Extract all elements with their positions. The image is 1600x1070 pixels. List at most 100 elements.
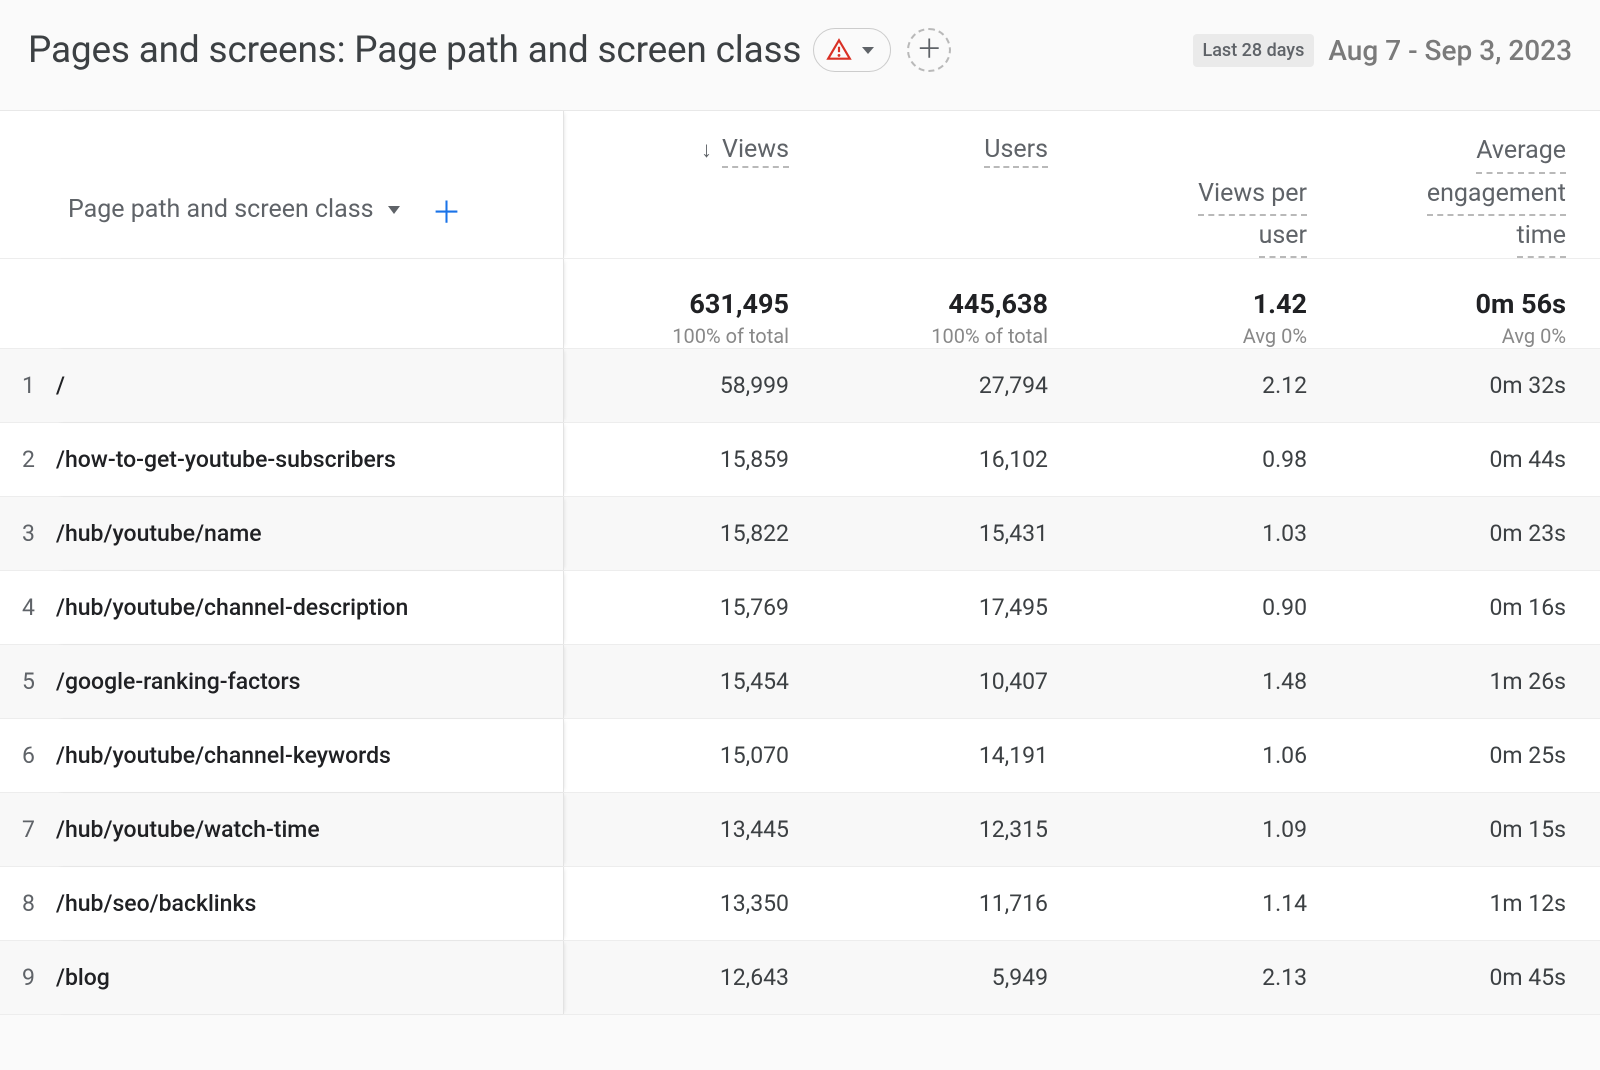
data-table: Page path and screen class ＋ ↓ Views Use… [0, 111, 1600, 1015]
col-users-label: Users [984, 135, 1048, 168]
add-dimension-button[interactable]: ＋ [432, 188, 462, 232]
col-views-per-user[interactable]: Views per user [1082, 111, 1341, 258]
table-header-row: Page path and screen class ＋ ↓ Views Use… [0, 111, 1600, 259]
row-path[interactable]: /hub/youtube/name [56, 497, 564, 570]
plus-icon: ＋ [916, 37, 942, 63]
row-index: 6 [0, 719, 56, 792]
col-views[interactable]: ↓ Views [564, 111, 823, 258]
row-users: 15,431 [823, 497, 1082, 570]
row-views: 15,822 [564, 497, 823, 570]
row-users: 10,407 [823, 645, 1082, 718]
table-row[interactable]: 7/hub/youtube/watch-time13,44512,3151.09… [0, 793, 1600, 867]
row-aet: 1m 12s [1341, 867, 1600, 940]
row-index: 1 [0, 349, 56, 422]
col-dimension: Page path and screen class ＋ [56, 111, 564, 258]
page-title: Pages and screens: Page path and screen … [28, 29, 801, 72]
row-aet: 0m 32s [1341, 349, 1600, 422]
chevron-down-icon [388, 206, 400, 214]
sort-desc-icon: ↓ [701, 135, 712, 163]
row-index: 2 [0, 423, 56, 496]
row-views: 13,350 [564, 867, 823, 940]
title-wrap: Pages and screens: Page path and screen … [28, 28, 951, 72]
col-users[interactable]: Users [823, 111, 1082, 258]
total-views: 631,495 100% of total [564, 259, 823, 348]
row-path[interactable]: /hub/youtube/watch-time [56, 793, 564, 866]
row-views: 15,454 [564, 645, 823, 718]
col-views-label: Views [722, 135, 789, 168]
row-aet: 0m 44s [1341, 423, 1600, 496]
row-views: 13,445 [564, 793, 823, 866]
row-index: 4 [0, 571, 56, 644]
row-index: 9 [0, 941, 56, 1014]
col-aet-l1: Average [1476, 133, 1566, 173]
row-path[interactable]: /hub/youtube/channel-keywords [56, 719, 564, 792]
table-row[interactable]: 4/hub/youtube/channel-description15,7691… [0, 571, 1600, 645]
row-views: 12,643 [564, 941, 823, 1014]
table-row[interactable]: 1/58,99927,7942.120m 32s [0, 349, 1600, 423]
date-picker[interactable]: Last 28 days Aug 7 - Sep 3, 2023 [1193, 34, 1573, 67]
report-header: Pages and screens: Page path and screen … [0, 0, 1600, 111]
row-vpu: 0.98 [1082, 423, 1341, 496]
dimension-label: Page path and screen class [68, 195, 374, 224]
row-index: 7 [0, 793, 56, 866]
row-index: 8 [0, 867, 56, 940]
row-path[interactable]: /hub/seo/backlinks [56, 867, 564, 940]
range-chip: Last 28 days [1193, 34, 1315, 67]
total-aet: 0m 56s Avg 0% [1341, 259, 1600, 348]
row-users: 14,191 [823, 719, 1082, 792]
col-vpu-l1: Views per [1198, 176, 1307, 216]
row-path[interactable]: / [56, 349, 564, 422]
row-aet: 0m 25s [1341, 719, 1600, 792]
row-users: 11,716 [823, 867, 1082, 940]
row-vpu: 1.14 [1082, 867, 1341, 940]
table-row[interactable]: 3/hub/youtube/name15,82215,4311.030m 23s [0, 497, 1600, 571]
row-aet: 0m 23s [1341, 497, 1600, 570]
row-path[interactable]: /blog [56, 941, 564, 1014]
add-comparison-button[interactable]: ＋ [907, 28, 951, 72]
row-path[interactable]: /hub/youtube/channel-description [56, 571, 564, 644]
row-views: 15,769 [564, 571, 823, 644]
total-vpu: 1.42 Avg 0% [1082, 259, 1341, 348]
col-aet-l3: time [1517, 218, 1566, 258]
row-vpu: 0.90 [1082, 571, 1341, 644]
row-views: 58,999 [564, 349, 823, 422]
row-users: 12,315 [823, 793, 1082, 866]
row-vpu: 2.12 [1082, 349, 1341, 422]
row-aet: 0m 16s [1341, 571, 1600, 644]
row-index: 5 [0, 645, 56, 718]
row-users: 16,102 [823, 423, 1082, 496]
row-views: 15,070 [564, 719, 823, 792]
row-aet: 0m 15s [1341, 793, 1600, 866]
table-row[interactable]: 9/blog12,6435,9492.130m 45s [0, 941, 1600, 1015]
row-vpu: 1.09 [1082, 793, 1341, 866]
col-index [0, 111, 56, 258]
row-aet: 1m 26s [1341, 645, 1600, 718]
table-row[interactable]: 6/hub/youtube/channel-keywords15,07014,1… [0, 719, 1600, 793]
row-users: 17,495 [823, 571, 1082, 644]
table-totals-row: 631,495 100% of total 445,638 100% of to… [0, 259, 1600, 349]
chevron-down-icon [862, 47, 874, 54]
warning-dropdown[interactable] [813, 28, 891, 72]
row-users: 27,794 [823, 349, 1082, 422]
row-aet: 0m 45s [1341, 941, 1600, 1014]
row-index: 3 [0, 497, 56, 570]
row-users: 5,949 [823, 941, 1082, 1014]
table-body: 1/58,99927,7942.120m 32s2/how-to-get-you… [0, 349, 1600, 1015]
row-vpu: 1.03 [1082, 497, 1341, 570]
col-aet-l2: engagement [1427, 176, 1566, 216]
total-users: 445,638 100% of total [823, 259, 1082, 348]
table-row[interactable]: 5/google-ranking-factors15,45410,4071.48… [0, 645, 1600, 719]
row-views: 15,859 [564, 423, 823, 496]
col-avg-engagement-time[interactable]: Average engagement time [1341, 111, 1600, 258]
row-path[interactable]: /google-ranking-factors [56, 645, 564, 718]
row-vpu: 2.13 [1082, 941, 1341, 1014]
row-vpu: 1.48 [1082, 645, 1341, 718]
date-range-text: Aug 7 - Sep 3, 2023 [1328, 34, 1572, 67]
table-row[interactable]: 8/hub/seo/backlinks13,35011,7161.141m 12… [0, 867, 1600, 941]
col-vpu-l2: user [1259, 218, 1307, 258]
row-vpu: 1.06 [1082, 719, 1341, 792]
dimension-picker[interactable]: Page path and screen class ＋ [56, 135, 462, 258]
warning-icon [826, 37, 852, 63]
table-row[interactable]: 2/how-to-get-youtube-subscribers15,85916… [0, 423, 1600, 497]
row-path[interactable]: /how-to-get-youtube-subscribers [56, 423, 564, 496]
